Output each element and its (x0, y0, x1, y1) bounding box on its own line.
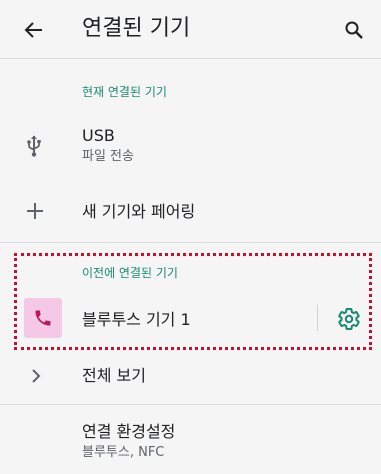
search-icon (345, 21, 363, 39)
section-header-current: 현재 연결된 기기 (82, 85, 167, 99)
page-title: 연결된 기기 (82, 16, 191, 41)
divider (0, 58, 381, 59)
add-icon (27, 203, 43, 219)
device-icon-tile (24, 298, 62, 338)
back-button[interactable] (18, 14, 50, 46)
gear-icon (338, 308, 360, 331)
usb-title: USB (82, 126, 115, 145)
arrow-back-icon (24, 22, 42, 38)
connection-preferences-subtitle: 블루투스, NFC (82, 445, 165, 460)
section-header-previous: 이전에 연결된 기기 (82, 266, 178, 280)
chevron-right-icon (32, 369, 41, 383)
bluetooth-device-name: 블루투스 기기 1 (82, 310, 191, 329)
see-all-item[interactable]: 전체 보기 (0, 356, 381, 396)
pair-new-device-item[interactable]: 새 기기와 페어링 (0, 188, 381, 236)
search-button[interactable] (338, 14, 370, 46)
connection-preferences-title: 연결 환경설정 (82, 422, 176, 441)
see-all-label: 전체 보기 (82, 366, 146, 385)
usb-icon (27, 135, 41, 157)
vertical-divider (317, 305, 318, 331)
device-settings-button[interactable] (334, 304, 364, 334)
phone-icon (35, 310, 51, 326)
usb-item[interactable]: USB 파일 전송 (0, 115, 381, 175)
divider (0, 242, 381, 243)
app-bar: 연결된 기기 (0, 0, 381, 58)
pair-new-device-label: 새 기기와 페어링 (82, 202, 196, 221)
connection-preferences-item[interactable]: 연결 환경설정 블루투스, NFC (0, 412, 381, 468)
divider (0, 404, 381, 405)
usb-subtitle: 파일 전송 (82, 149, 134, 164)
